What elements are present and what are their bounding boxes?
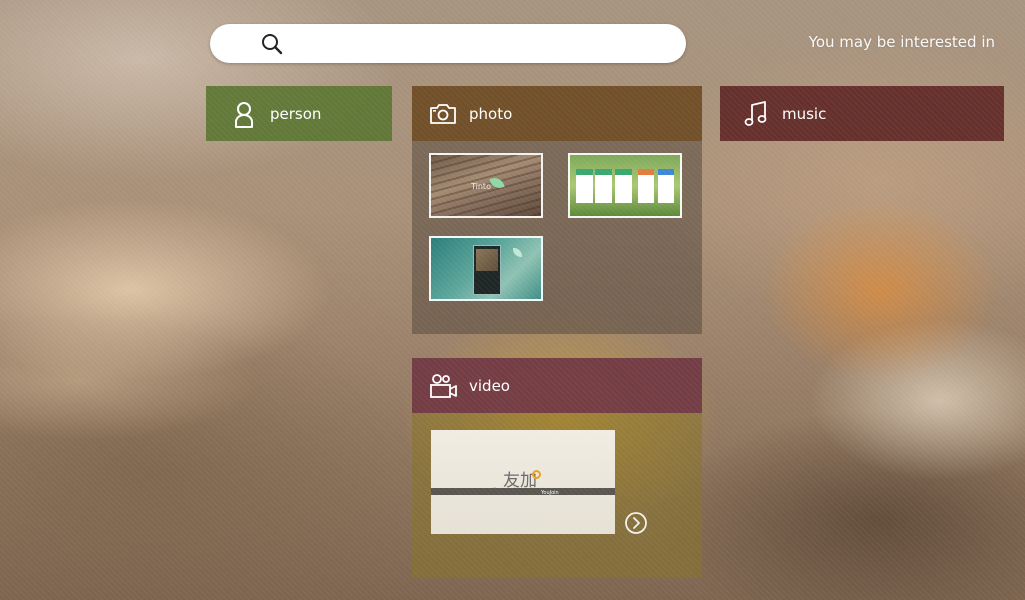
thumbnail-caption: Tinto [471,182,491,191]
person-category-tile[interactable]: person [206,86,392,141]
search-input[interactable] [296,30,666,57]
photo-category-header[interactable]: photo [412,86,702,141]
music-note-icon [744,100,767,126]
video-brand: YouJoin [541,490,559,496]
music-category-label: music [782,104,827,123]
person-category-label: person [270,104,322,123]
video-camera-icon [430,373,457,398]
main-window-thumbnail[interactable] [429,236,543,301]
video-panel: video 友加 Connect with your friends YouJo… [412,358,702,577]
person-icon [235,101,253,128]
search-bar[interactable] [210,24,686,63]
wood-leaf-thumbnail[interactable]: Tinto [429,153,543,218]
video-category-label: video [469,376,510,395]
chevron-right-circle-icon[interactable] [624,511,648,535]
video-strip [431,488,615,495]
phone-mockup [473,245,501,295]
photo-panel: photo Tinto [412,86,702,334]
suggestions-label: You may be interested in [808,33,995,51]
app-screens-thumbnail[interactable] [568,153,682,218]
camera-icon [430,103,456,124]
video-thumbnail[interactable]: 友加 Connect with your friends YouJoin [431,430,615,534]
photo-category-label: photo [469,104,513,123]
search-icon[interactable] [260,32,284,56]
leaf-icon [513,248,522,257]
music-category-tile[interactable]: music [720,86,1004,141]
logo-dot [532,470,541,479]
video-category-header[interactable]: video [412,358,702,413]
